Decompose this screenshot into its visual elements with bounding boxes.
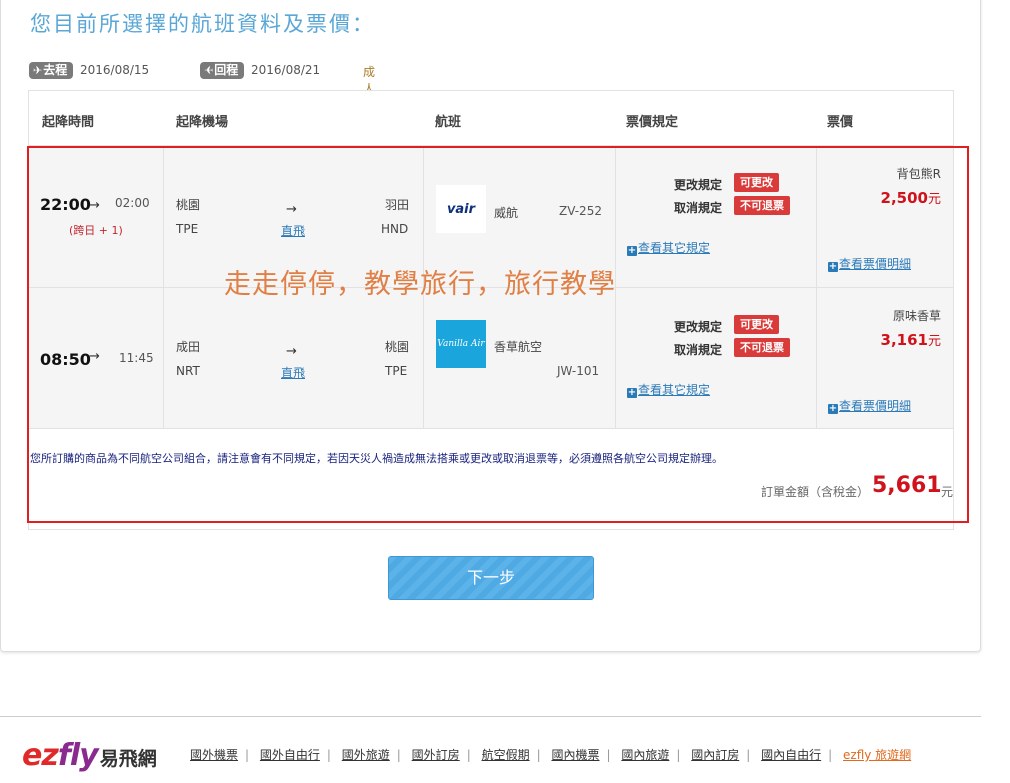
vair-logo: vair <box>436 185 486 233</box>
combination-notice: 您所訂購的商品為不同航空公司組合，請注意會有不同規定，若因天災人禍造成無法搭乘或… <box>30 452 723 465</box>
logo-cn: 易飛網 <box>99 748 157 770</box>
depart-time: 22:00 <box>40 195 91 214</box>
cancel-rule-label: 取消規定 <box>674 201 723 215</box>
airline-logo-text: Vanilla Air <box>437 339 485 349</box>
plane-left-icon: ✈ <box>204 64 214 77</box>
return-date: 2016/08/21 <box>251 63 321 77</box>
to-code: HND <box>381 222 409 236</box>
footer-link-intl-hotels[interactable]: 國外訂房 <box>412 748 460 762</box>
fare-name: 原味香草 <box>892 309 941 323</box>
footer-nav: 國外機票 | 國外自由行 | 國外旅遊 | 國外訂房 | 航空假期 | 國內機票 | 國內旅… <box>190 748 912 762</box>
arrive-time: 11:45 <box>119 351 154 365</box>
from-city: 成田 <box>176 340 201 354</box>
arrive-time: 02:00 <box>115 196 150 210</box>
fare-price-value: 3,161 <box>880 331 928 349</box>
return-label: 回程 <box>214 63 239 77</box>
fare-name: 背包熊R <box>896 167 941 181</box>
table-header: 起降時間 起降機場 航班 票價規定 票價 <box>29 91 953 146</box>
arrow-right-icon: → <box>89 198 100 213</box>
next-day-note: (跨日 + 1) <box>69 224 123 237</box>
nonstop-link[interactable]: 直飛 <box>281 222 305 239</box>
change-rule-label: 更改規定 <box>674 320 723 334</box>
depart-time: 08:50 <box>40 350 91 369</box>
plus-icon: + <box>627 245 637 256</box>
arrow-right-icon: → <box>286 344 297 359</box>
view-other-rules-link[interactable]: + 查看其它規定 <box>627 381 710 398</box>
footer-link-intl-fit[interactable]: 國外自由行 <box>260 748 320 762</box>
logo-fly: fly <box>57 738 99 773</box>
header-fare: 票價 <box>827 115 854 130</box>
header-time: 起降時間 <box>42 115 95 130</box>
header-flight: 航班 <box>435 115 462 130</box>
page-title: 您目前所選擇的航班資料及票價： <box>30 12 375 36</box>
next-step-button[interactable]: 下一步 <box>388 556 594 600</box>
ezfly-logo[interactable]: ezfly 易飛網 <box>22 738 157 774</box>
to-city: 桃園 <box>385 340 410 354</box>
cancel-rule-badge: 不可退票 <box>734 338 790 357</box>
from-code: NRT <box>176 364 200 378</box>
fare-price: 3,161元 <box>881 330 941 349</box>
header-airport: 起降機場 <box>176 115 229 130</box>
logo-ez: ez <box>22 738 59 773</box>
view-fare-detail-link[interactable]: + 查看票價明細 <box>828 397 911 414</box>
vanilla-air-logo: Vanilla Air <box>436 320 486 368</box>
cancel-rule-badge: 不可退票 <box>734 196 790 215</box>
change-rule-badge: 可更改 <box>734 173 779 192</box>
total-unit: 元 <box>941 485 954 499</box>
footer-link-dom-hotels[interactable]: 國內訂房 <box>691 748 739 762</box>
footer-link-dom-tours[interactable]: 國內旅遊 <box>621 748 669 762</box>
arrow-right-icon: → <box>286 202 297 217</box>
from-city: 桃園 <box>176 198 201 212</box>
view-other-rules-label: 查看其它規定 <box>638 241 711 255</box>
cancel-rule-label: 取消規定 <box>674 343 723 357</box>
view-other-rules-label: 查看其它規定 <box>638 383 711 397</box>
fare-price-value: 2,500 <box>880 189 928 207</box>
from-code: TPE <box>176 222 199 236</box>
change-rule-label: 更改規定 <box>674 178 723 192</box>
fare-unit: 元 <box>927 334 941 349</box>
airline-name: 威航 <box>494 206 519 220</box>
airline-name: 香草航空 <box>494 340 543 354</box>
view-fare-detail-label: 查看票價明細 <box>839 257 912 271</box>
header-fare-rules: 票價規定 <box>626 115 679 130</box>
footer-link-dom-fit[interactable]: 國內自由行 <box>761 748 821 762</box>
view-fare-detail-label: 查看票價明細 <box>839 399 912 413</box>
airline-logo-text: vair <box>446 201 476 217</box>
plus-icon: + <box>828 403 838 414</box>
fare-price: 2,500元 <box>881 188 941 207</box>
footer-link-intl-flights[interactable]: 國外機票 <box>190 748 238 762</box>
total-amount: 5,661 <box>872 473 942 498</box>
nonstop-link[interactable]: 直飛 <box>281 364 305 381</box>
plus-icon: + <box>627 387 637 398</box>
outbound-tag: ✈去程 <box>29 62 74 79</box>
outbound-label: 去程 <box>43 63 68 77</box>
plane-right-icon: ✈ <box>33 64 43 77</box>
plus-icon: + <box>828 261 838 272</box>
change-rule-badge: 可更改 <box>734 315 779 334</box>
to-code: TPE <box>385 364 408 378</box>
table-row: 08:50 → 11:45 成田 NRT → 直飛 桃園 TPE Vanilla… <box>29 288 953 429</box>
footer-link-intl-tours[interactable]: 國外旅遊 <box>342 748 390 762</box>
watermark-text: 走走停停，教學旅行，旅行教學 <box>224 269 616 300</box>
fare-unit: 元 <box>927 192 941 207</box>
view-other-rules-link[interactable]: + 查看其它規定 <box>627 239 710 256</box>
footer-link-air-holidays[interactable]: 航空假期 <box>482 748 530 762</box>
to-city: 羽田 <box>385 198 410 212</box>
return-tag: ✈回程 <box>200 62 245 79</box>
view-fare-detail-link[interactable]: + 查看票價明細 <box>828 255 911 272</box>
flight-number: ZV-252 <box>559 204 602 218</box>
footer-link-ezfly[interactable]: ezfly 旅遊網 <box>843 748 911 762</box>
footer-divider <box>0 716 981 717</box>
arrow-right-icon: → <box>89 349 100 364</box>
footer-link-dom-flights[interactable]: 國內機票 <box>551 748 599 762</box>
flight-number: JW-101 <box>557 364 600 378</box>
outbound-date: 2016/08/15 <box>80 63 150 77</box>
total-label: 訂單金額（含稅金） <box>761 485 870 499</box>
